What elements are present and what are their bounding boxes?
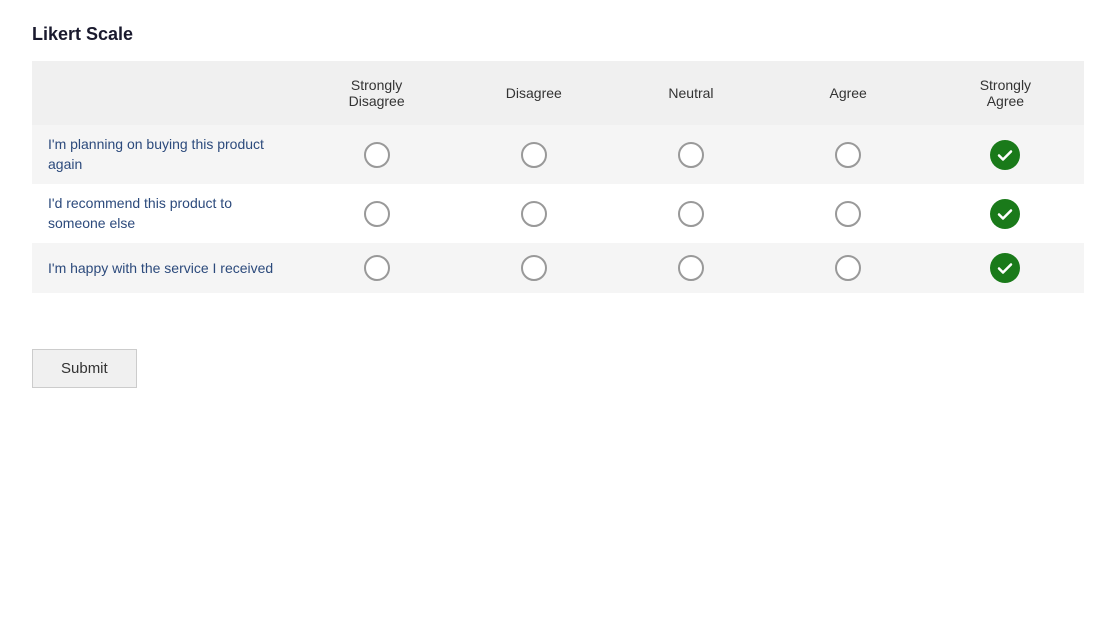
likert-table: StronglyDisagree Disagree Neutral Agree … — [32, 61, 1084, 293]
row-label: I'd recommend this product to someone el… — [32, 184, 298, 243]
radio-unchecked[interactable] — [364, 255, 390, 281]
radio-unchecked[interactable] — [678, 201, 704, 227]
radio-unchecked[interactable] — [521, 142, 547, 168]
header-cell-agree: Agree — [770, 61, 927, 125]
radio-cell-disagree[interactable] — [455, 184, 612, 243]
submit-button[interactable]: Submit — [32, 349, 137, 388]
header-cell-neutral: Neutral — [612, 61, 769, 125]
radio-cell-agree[interactable] — [770, 243, 927, 293]
radio-cell-agree[interactable] — [770, 125, 927, 184]
radio-cell-neutral[interactable] — [612, 243, 769, 293]
table-row: I'm happy with the service I received — [32, 243, 1084, 293]
radio-unchecked[interactable] — [835, 142, 861, 168]
radio-unchecked[interactable] — [364, 201, 390, 227]
header-cell-disagree: Disagree — [455, 61, 612, 125]
radio-cell-disagree[interactable] — [455, 125, 612, 184]
radio-cell-strongly-disagree[interactable] — [298, 243, 455, 293]
radio-cell-neutral[interactable] — [612, 184, 769, 243]
radio-cell-strongly-disagree[interactable] — [298, 184, 455, 243]
radio-checked-icon[interactable] — [990, 199, 1020, 229]
radio-unchecked[interactable] — [678, 142, 704, 168]
radio-unchecked[interactable] — [364, 142, 390, 168]
radio-unchecked[interactable] — [835, 255, 861, 281]
page-title: Likert Scale — [32, 24, 1084, 45]
radio-cell-agree[interactable] — [770, 184, 927, 243]
header-cell-strongly-agree: StronglyAgree — [927, 61, 1084, 125]
radio-unchecked[interactable] — [678, 255, 704, 281]
radio-unchecked[interactable] — [521, 201, 547, 227]
radio-cell-strongly-agree[interactable] — [927, 125, 1084, 184]
row-label: I'm happy with the service I received — [32, 243, 298, 293]
table-row: I'd recommend this product to someone el… — [32, 184, 1084, 243]
radio-cell-strongly-agree[interactable] — [927, 243, 1084, 293]
table-row: I'm planning on buying this product agai… — [32, 125, 1084, 184]
radio-unchecked[interactable] — [521, 255, 547, 281]
header-cell-strongly-disagree: StronglyDisagree — [298, 61, 455, 125]
radio-cell-strongly-agree[interactable] — [927, 184, 1084, 243]
radio-cell-neutral[interactable] — [612, 125, 769, 184]
radio-checked-icon[interactable] — [990, 140, 1020, 170]
header-row: StronglyDisagree Disagree Neutral Agree … — [32, 61, 1084, 125]
radio-cell-strongly-disagree[interactable] — [298, 125, 455, 184]
header-cell-label — [32, 61, 298, 125]
radio-cell-disagree[interactable] — [455, 243, 612, 293]
row-label: I'm planning on buying this product agai… — [32, 125, 298, 184]
radio-unchecked[interactable] — [835, 201, 861, 227]
radio-checked-icon[interactable] — [990, 253, 1020, 283]
submit-section: Submit — [32, 321, 1084, 388]
